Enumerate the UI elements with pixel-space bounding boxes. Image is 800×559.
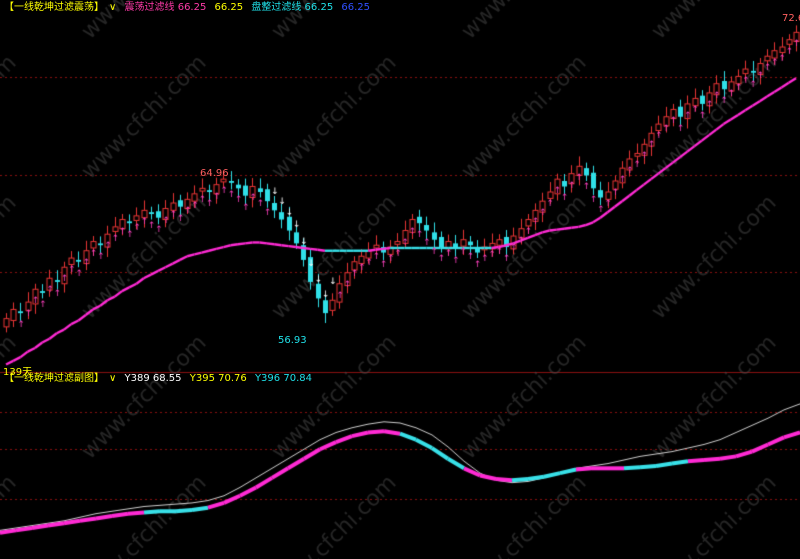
- sub-value-y395: Y395 70.76: [189, 373, 247, 384]
- main-dropdown-icon[interactable]: ∨: [109, 2, 116, 13]
- value-3: 66.25: [341, 2, 371, 13]
- last-price-label: 72.6: [782, 13, 800, 24]
- low-price-label: 56.93: [278, 335, 307, 346]
- value-1: 66.25: [214, 2, 244, 13]
- value-2: 盘整过滤线 66.25: [251, 2, 334, 13]
- sub-indicator-header: 【一线乾坤过滤副图】 ∨ Y389 68.55 Y395 70.76 Y396 7…: [4, 373, 317, 385]
- value-0: 震荡过滤线 66.25: [124, 2, 207, 13]
- sub-value-y396: Y396 70.84: [254, 373, 312, 384]
- sub-dropdown-icon[interactable]: ∨: [109, 373, 116, 384]
- main-indicator-header: 【一线乾坤过滤震荡】 ∨ 震荡过滤线 66.25 66.25 盘整过滤线 66.2…: [4, 2, 375, 14]
- main-indicator-name[interactable]: 【一线乾坤过滤震荡】: [4, 2, 104, 13]
- sub-value-y389: Y389 68.55: [124, 373, 182, 384]
- days-label: 139天: [3, 367, 33, 378]
- kline-chart-canvas: [0, 0, 800, 559]
- high-price-label: 64.96: [200, 168, 229, 179]
